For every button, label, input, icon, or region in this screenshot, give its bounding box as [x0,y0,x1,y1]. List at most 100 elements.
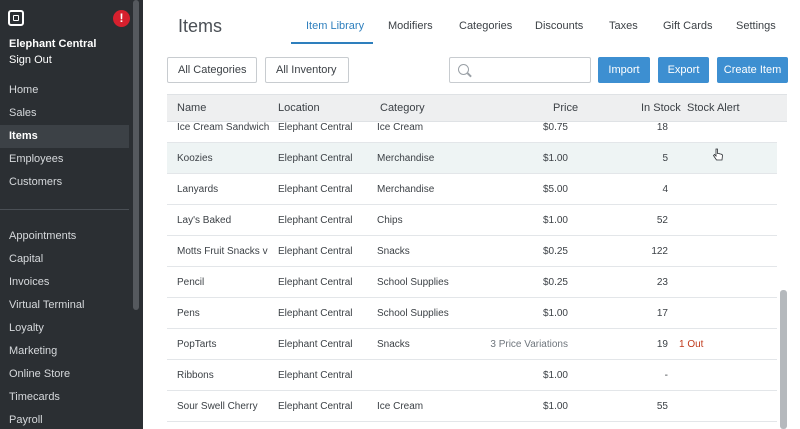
table-row[interactable]: Lay's Baked Elephant Central Chips $1.00 52 [167,205,777,236]
cell-location: Elephant Central [278,370,353,381]
table-row[interactable]: Motts Fruit Snacks v Elephant Central Snac… [167,236,777,267]
sidebar-item-loyalty[interactable]: Loyalty [0,317,129,340]
tab-taxes[interactable]: Taxes [609,20,638,32]
sidebar-scrollbar[interactable] [133,0,139,310]
search-box[interactable] [449,57,591,83]
main-content: Items Item Library Modifiers Categories … [143,0,800,429]
cell-price: $0.75 [542,122,568,133]
sidebar-item-online-store[interactable]: Online Store [0,363,129,386]
table-row[interactable]: Lanyards Elephant Central Merchandise $5.00… [167,174,777,205]
table-row[interactable]: Sour Swell Cherry Elephant Central Ice Cre… [167,391,777,422]
cell-location: Elephant Central [278,215,353,226]
cell-price: $5.00 [542,184,568,195]
tab-settings[interactable]: Settings [736,20,776,32]
column-header-in-stock[interactable]: In Stock [641,95,681,122]
tab-categories[interactable]: Categories [459,20,512,32]
cell-category: Snacks [377,339,410,350]
cell-in-stock: 23 [656,277,668,288]
sidebar: ! Elephant Central Sign Out Home Sales I… [0,0,143,429]
cell-location: Elephant Central [278,122,353,133]
cell-price: $0.25 [542,246,568,257]
column-header-price[interactable]: Price [553,95,578,122]
sidebar-item-payroll[interactable]: Payroll [0,409,129,429]
create-item-button[interactable]: Create Item [717,57,788,83]
cell-name: Lanyards [177,184,219,195]
cell-in-stock: 55 [656,401,668,412]
table-row[interactable]: Pencil Elephant Central School Supplies $0.… [167,267,777,298]
cell-price: $1.00 [542,153,568,164]
table-row[interactable]: Koozies Elephant Central Merchandise $1.00 5 [167,143,777,174]
cell-name: Motts Fruit Snacks v [177,246,268,257]
cell-name: Lay's Baked [177,215,232,226]
sidebar-item-marketing[interactable]: Marketing [0,340,129,363]
cell-price: $0.25 [542,277,568,288]
cell-in-stock: 52 [656,215,668,226]
inventory-filter-dropdown[interactable]: All Inventory⌄ [265,57,349,99]
cell-name: Pens [177,308,200,319]
sign-out-link[interactable]: Sign Out [9,54,52,66]
cell-name: Ribbons [177,370,214,381]
square-logo-icon[interactable] [8,10,24,26]
tab-modifiers[interactable]: Modifiers [388,20,433,32]
search-input[interactable] [476,62,586,78]
cell-category: Snacks [377,246,410,257]
cell-location: Elephant Central [278,277,353,288]
cell-price: $1.00 [542,308,568,319]
tab-gift-cards[interactable]: Gift Cards [663,20,713,32]
table-row[interactable]: PopTarts Elephant Central Snacks 3 Price Va… [167,329,777,360]
cell-price: 3 Price Variations [490,339,568,350]
alert-badge-icon[interactable]: ! [113,10,130,27]
hand-cursor-icon [712,148,723,161]
cell-location: Elephant Central [278,401,353,412]
cell-location: Elephant Central [278,153,353,164]
toolbar: All Categories⌄ All Inventory⌄ Import Ex… [143,57,800,99]
sidebar-item-invoices[interactable]: Invoices [0,271,129,294]
active-tab-indicator [291,42,373,44]
cell-location: Elephant Central [278,184,353,195]
column-header-name[interactable]: Name [177,95,206,122]
table-row[interactable]: Ice Cream Sandwich Elephant Central Ice Cr… [167,122,777,143]
sidebar-item-appointments[interactable]: Appointments [0,225,129,248]
sidebar-item-timecards[interactable]: Timecards [0,386,129,409]
cell-name: Koozies [177,153,213,164]
tab-discounts[interactable]: Discounts [535,20,583,32]
sidebar-item-employees[interactable]: Employees [0,148,129,171]
sidebar-item-capital[interactable]: Capital [0,248,129,271]
tab-item-library[interactable]: Item Library [306,20,364,32]
column-header-category[interactable]: Category [380,95,425,122]
cell-category: School Supplies [377,277,449,288]
sidebar-item-sales[interactable]: Sales [0,102,129,125]
column-header-location[interactable]: Location [278,95,320,122]
cell-stock-alert: 1 Out [679,339,704,350]
category-filter-dropdown[interactable]: All Categories⌄ [167,57,257,99]
table-row[interactable]: Pens Elephant Central School Supplies $1.00… [167,298,777,329]
table-row[interactable]: Ribbons Elephant Central $1.00 - [167,360,777,391]
table-body: Ice Cream Sandwich Elephant Central Ice Cr… [167,122,777,429]
search-icon [458,64,469,75]
sidebar-divider [0,209,129,210]
cell-location: Elephant Central [278,246,353,257]
cell-name: Pencil [177,277,205,288]
table-header: Name Location Category Price In Stock St… [167,94,787,122]
cell-category: Merchandise [377,153,435,164]
cell-in-stock: 122 [651,246,668,257]
cell-name: Sour Swell Cherry [177,401,258,412]
cell-location: Elephant Central [278,308,353,319]
sidebar-item-home[interactable]: Home [0,79,129,102]
cell-in-stock: 19 [656,339,668,350]
inventory-filter-label: All Inventory [276,64,337,76]
cell-category: Merchandise [377,184,435,195]
cell-location: Elephant Central [278,339,353,350]
sidebar-item-virtual-terminal[interactable]: Virtual Terminal [0,294,129,317]
cell-category: Chips [377,215,403,226]
sidebar-item-customers[interactable]: Customers [0,171,129,194]
cell-name: PopTarts [177,339,217,350]
cell-price: $1.00 [542,370,568,381]
primary-nav: Home Sales Items Employees Customers [0,79,129,194]
cell-name: Ice Cream Sandwich [177,122,270,133]
import-button[interactable]: Import [598,57,650,83]
sidebar-item-items[interactable]: Items [0,125,129,148]
export-button[interactable]: Export [658,57,709,83]
table-scrollbar[interactable] [780,290,787,429]
column-header-stock-alert[interactable]: Stock Alert [687,95,740,122]
